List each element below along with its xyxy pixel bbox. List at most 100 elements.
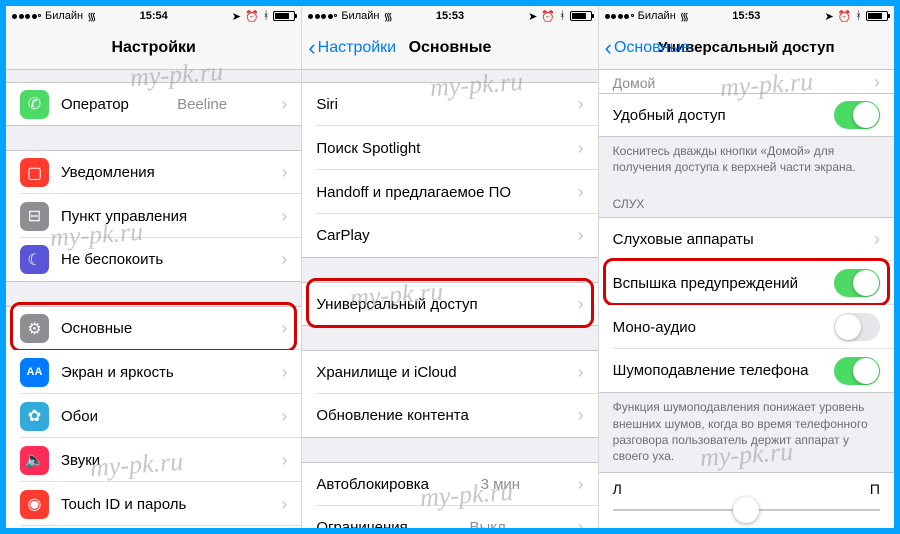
balance-slider-row: Л П (599, 472, 894, 528)
row-label: Siri (316, 96, 338, 113)
row-siri[interactable]: Siri › (302, 82, 597, 126)
status-bar: Билайн ᯾ 15:53 ➤ ⏰ ᚼ (599, 6, 894, 26)
row-value: Выкл. (469, 519, 515, 528)
row-label: Оператор (61, 96, 129, 113)
chevron-right-icon: › (281, 94, 287, 115)
row-handoff[interactable]: Handoff и предлагаемое ПО › (302, 170, 597, 214)
chevron-right-icon: › (281, 162, 287, 183)
back-label: Основные (614, 39, 690, 57)
back-button[interactable]: ‹ Основные (605, 26, 690, 69)
chevron-right-icon: › (578, 517, 584, 528)
phone-icon: ✆ (20, 90, 49, 119)
balance-left-label: Л (613, 481, 622, 497)
chevron-right-icon: › (281, 318, 287, 339)
section-header-hearing: Слух (599, 183, 894, 217)
status-time: 15:53 (599, 10, 894, 22)
row-label: Слуховые аппараты (613, 231, 754, 248)
row-sounds[interactable]: 🔈 Звуки › (6, 438, 301, 482)
row-label: Хранилище и iCloud (316, 364, 456, 381)
toggle-reachability[interactable] (834, 101, 880, 129)
row-label: Уведомления (61, 164, 155, 181)
row-label: Экран и яркость (61, 364, 174, 381)
row-label: Вспышка предупреждений (613, 275, 798, 292)
row-noise-cancel[interactable]: Шумоподавление телефона (599, 349, 894, 393)
row-home-partial[interactable]: Домой › (599, 70, 894, 94)
chevron-right-icon: › (578, 362, 584, 383)
row-restrictions[interactable]: Ограничения Выкл. › (302, 506, 597, 528)
status-time: 15:54 (6, 10, 301, 22)
row-label: Touch ID и пароль (61, 496, 186, 513)
chevron-right-icon: › (874, 229, 880, 250)
row-label: Шумоподавление телефона (613, 362, 809, 379)
chevron-right-icon: › (281, 249, 287, 270)
row-mono-audio[interactable]: Моно-аудио (599, 305, 894, 349)
row-general[interactable]: ⚙ Основные › (6, 306, 301, 350)
nav-bar: ‹ Настройки Основные (302, 26, 597, 70)
row-label: Моно-аудио (613, 319, 696, 336)
row-label: Обновление контента (316, 407, 469, 424)
chevron-right-icon: › (578, 94, 584, 115)
row-label: Ограничения (316, 519, 407, 528)
row-reachability[interactable]: Удобный доступ (599, 93, 894, 137)
toggle-led-flash[interactable] (834, 269, 880, 297)
nav-bar: Настройки (6, 26, 301, 70)
slider-thumb[interactable] (733, 497, 759, 523)
status-bar: Билайн ᯾ 15:53 ➤ ⏰ ᚼ (302, 6, 597, 26)
row-value: Beeline (177, 96, 233, 113)
row-led-flash[interactable]: Вспышка предупреждений (599, 261, 894, 305)
settings-accessibility-pane: Билайн ᯾ 15:53 ➤ ⏰ ᚼ ‹ Основные Универса… (599, 6, 894, 528)
row-label: Пункт управления (61, 208, 187, 225)
chevron-right-icon: › (578, 294, 584, 315)
row-hearing-aids[interactable]: Слуховые аппараты › (599, 217, 894, 261)
back-label: Настройки (318, 39, 396, 57)
balance-slider[interactable] (613, 509, 880, 511)
row-label: Обои (61, 408, 98, 425)
battery-icon (866, 11, 888, 21)
balance-right-label: П (870, 481, 880, 497)
toggle-mono-audio[interactable] (834, 313, 880, 341)
row-battery[interactable]: ▮ Аккумулятор › (6, 526, 301, 528)
row-carplay[interactable]: CarPlay › (302, 214, 597, 258)
moon-icon: ☾ (20, 245, 49, 274)
settings-general-pane: Билайн ᯾ 15:53 ➤ ⏰ ᚼ ‹ Настройки Основны… (302, 6, 598, 528)
wallpaper-icon: ✿ (20, 402, 49, 431)
page-title: Настройки (111, 39, 195, 57)
row-label: Автоблокировка (316, 476, 429, 493)
chevron-right-icon: › (281, 406, 287, 427)
toggle-noise-cancel[interactable] (834, 357, 880, 385)
row-wallpaper[interactable]: ✿ Обои › (6, 394, 301, 438)
row-notifications[interactable]: ▢ Уведомления › (6, 150, 301, 194)
row-control-center[interactable]: ⊟ Пункт управления › (6, 194, 301, 238)
row-dnd[interactable]: ☾ Не беспокоить › (6, 238, 301, 282)
status-time: 15:53 (302, 10, 597, 22)
row-storage[interactable]: Хранилище и iCloud › (302, 350, 597, 394)
battery-icon (570, 11, 592, 21)
chevron-right-icon: › (281, 494, 287, 515)
chevron-right-icon: › (578, 474, 584, 495)
control-center-icon: ⊟ (20, 202, 49, 231)
row-operator[interactable]: ✆ Оператор Beeline › (6, 82, 301, 126)
row-label: Домой (613, 75, 656, 91)
notifications-icon: ▢ (20, 158, 49, 187)
page-title: Основные (409, 39, 492, 57)
row-touchid[interactable]: ◉ Touch ID и пароль › (6, 482, 301, 526)
row-accessibility[interactable]: Универсальный доступ › (302, 282, 597, 326)
status-bar: Билайн ᯾ 15:54 ➤ ⏰ ᚼ (6, 6, 301, 26)
row-label: Удобный доступ (613, 107, 726, 124)
gear-icon: ⚙ (20, 314, 49, 343)
row-display[interactable]: AA Экран и яркость › (6, 350, 301, 394)
back-button[interactable]: ‹ Настройки (308, 26, 396, 69)
row-background-refresh[interactable]: Обновление контента › (302, 394, 597, 438)
row-label: Handoff и предлагаемое ПО (316, 184, 511, 201)
row-value: 3 мин (481, 476, 527, 493)
row-label: Универсальный доступ (316, 296, 477, 313)
footer-note: Функция шумоподавления понижает уровень … (599, 393, 894, 472)
fingerprint-icon: ◉ (20, 490, 49, 519)
row-label: CarPlay (316, 227, 369, 244)
row-spotlight[interactable]: Поиск Spotlight › (302, 126, 597, 170)
chevron-left-icon: ‹ (605, 37, 612, 59)
chevron-right-icon: › (578, 225, 584, 246)
chevron-right-icon: › (578, 182, 584, 203)
chevron-right-icon: › (578, 405, 584, 426)
row-autolock[interactable]: Автоблокировка 3 мин › (302, 462, 597, 506)
